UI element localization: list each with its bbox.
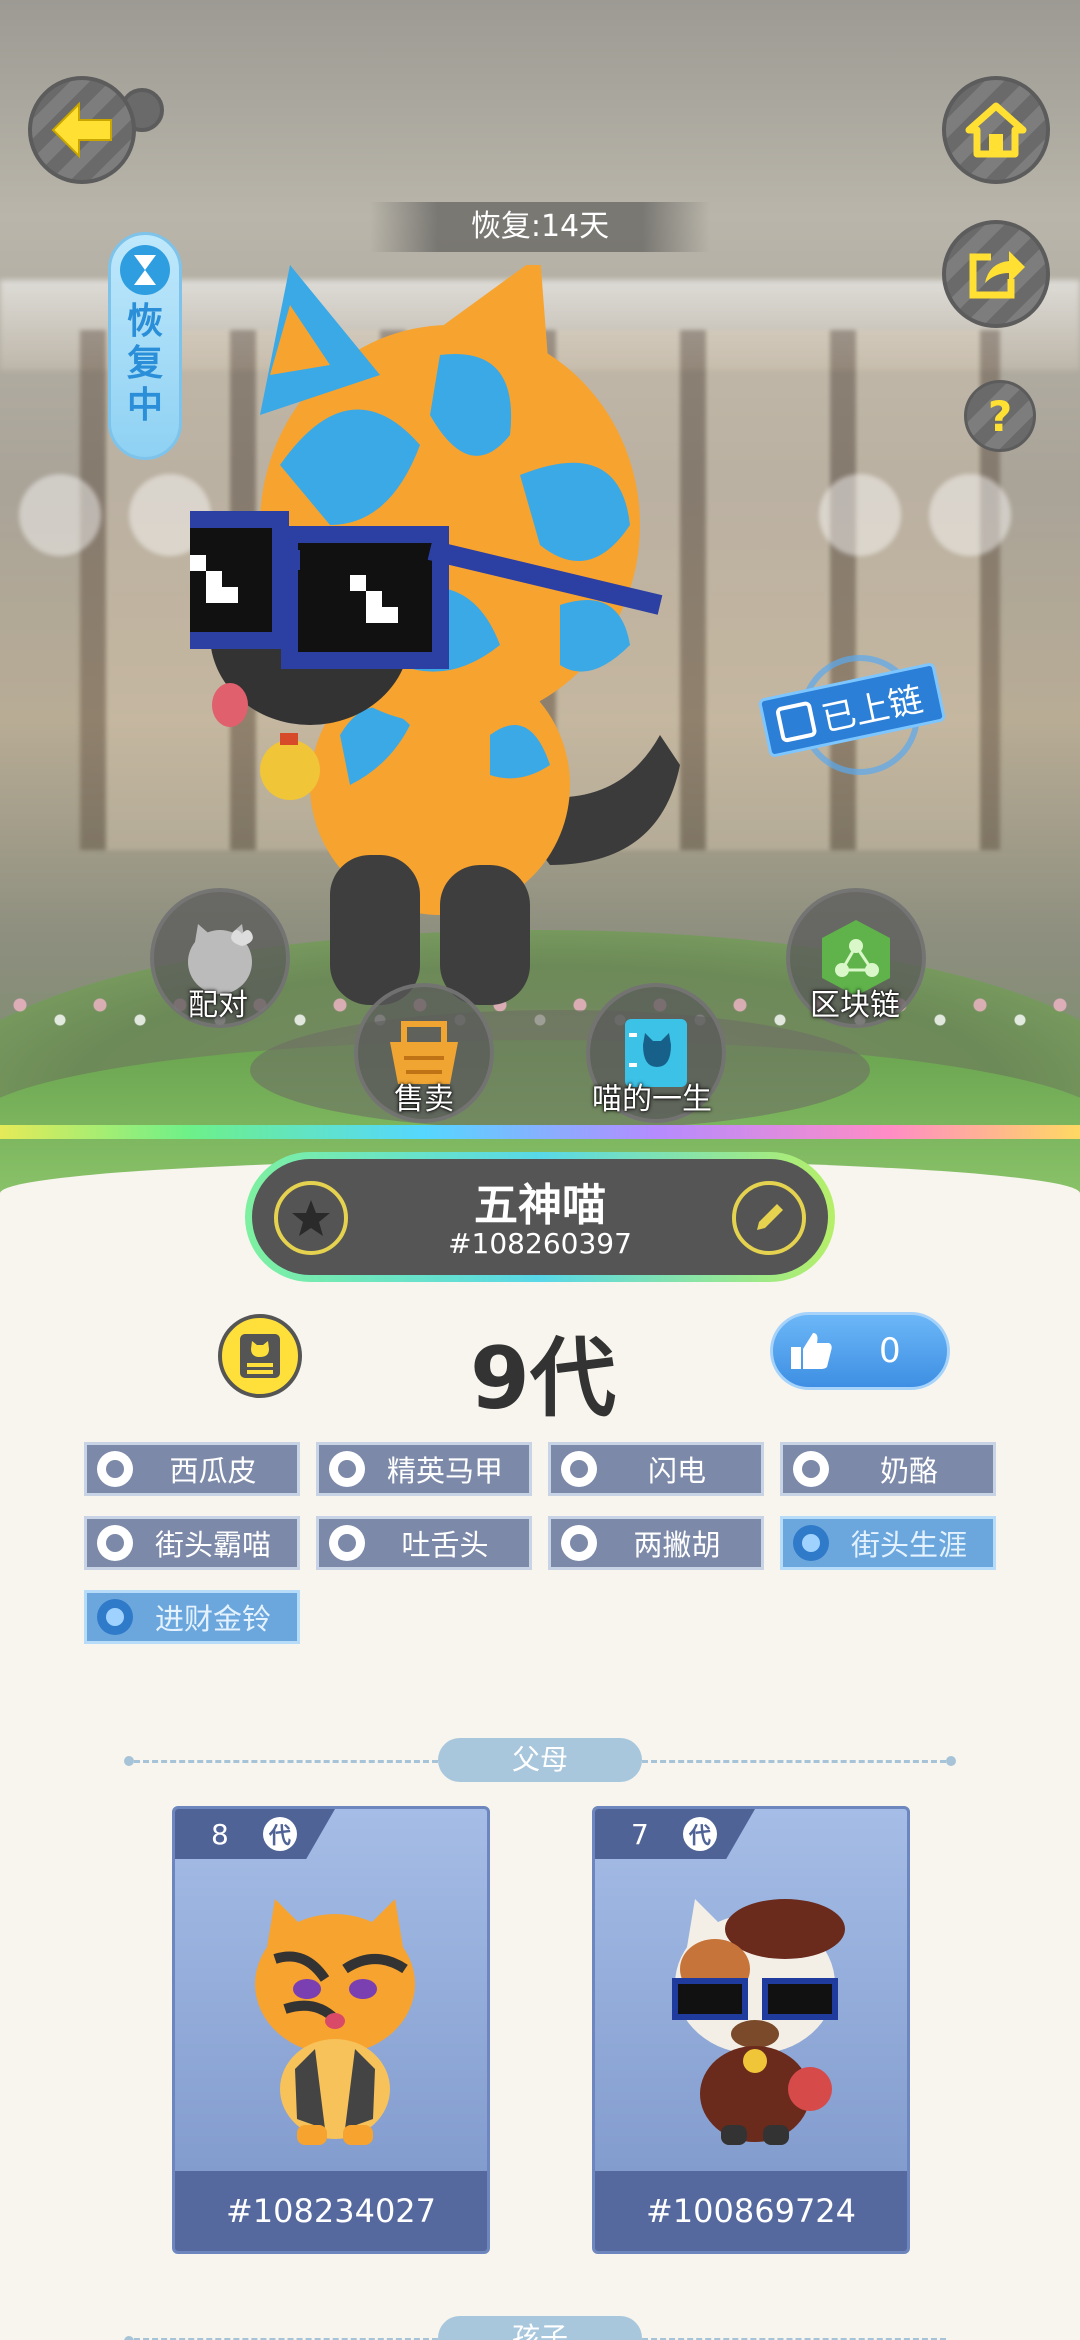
trait-icon: [97, 1525, 133, 1561]
children-section-title: 孩子: [438, 2316, 642, 2340]
parent-id: #108234027: [175, 2171, 487, 2251]
pair-label: 配对: [188, 988, 248, 1023]
like-count: 0: [879, 1331, 901, 1371]
status-char-1: 恢: [126, 301, 163, 342]
trait-tag-special[interactable]: 街头生涯: [780, 1516, 996, 1570]
status-char-2: 复: [126, 343, 163, 384]
recovering-status-pill[interactable]: 恢 复 中: [108, 232, 182, 460]
parent-cat-image: [672, 1899, 845, 2145]
generation-suffix: 代: [262, 1817, 297, 1851]
recovery-countdown: 恢复:14天: [370, 202, 710, 252]
question-icon: ?: [987, 391, 1013, 441]
parent-card-mother[interactable]: 7 代 #100869724: [592, 1806, 910, 2254]
hourglass-icon: [120, 245, 170, 295]
generation-suffix: 代: [682, 1817, 717, 1851]
trait-tag-special[interactable]: 进财金铃: [84, 1590, 300, 1644]
share-button[interactable]: [942, 220, 1050, 328]
section-divider: [642, 1760, 946, 1763]
divider-dot: [124, 2336, 134, 2340]
chain-icon: [774, 700, 818, 744]
trait-icon: [329, 1451, 365, 1487]
like-button[interactable]: 0: [770, 1312, 950, 1390]
help-button[interactable]: ?: [964, 380, 1036, 452]
home-icon: [965, 102, 1027, 158]
back-button[interactable]: [28, 76, 136, 184]
parent-generation: 7 代: [595, 1809, 755, 1859]
edit-name-button[interactable]: [732, 1181, 806, 1255]
trait-tag[interactable]: 吐舌头: [316, 1516, 532, 1570]
trait-icon: [561, 1451, 597, 1487]
generation-label: 9代: [470, 1329, 616, 1429]
trait-tag[interactable]: 闪电: [548, 1442, 764, 1496]
divider-dot: [124, 1756, 134, 1766]
parent-card-father[interactable]: 8 代 #108234027: [172, 1806, 490, 2254]
parents-section-title: 父母: [438, 1738, 642, 1782]
trait-icon: [97, 1599, 133, 1635]
parent-generation: 8 代: [175, 1809, 335, 1859]
share-icon: [969, 251, 1025, 299]
trait-icon: [793, 1525, 829, 1561]
cat-life-label: 喵的一生: [592, 1082, 712, 1117]
trait-icon: [329, 1525, 365, 1561]
cat-archive-button[interactable]: [218, 1314, 302, 1398]
trait-icon: [97, 1451, 133, 1487]
name-plate: 五神喵 #108260397: [245, 1152, 835, 1282]
cat-showcase-scene: 已上链 配对 售卖 喵的一生 区块链 ? 恢复:14天 恢 复 中: [0, 0, 1080, 1200]
trait-icon: [561, 1525, 597, 1561]
arrow-left-icon: [51, 101, 112, 159]
trait-tag[interactable]: 街头霸喵: [84, 1516, 300, 1570]
trait-tag[interactable]: 精英马甲: [316, 1442, 532, 1496]
parent-cat-image: [255, 1899, 415, 2145]
home-button[interactable]: [942, 76, 1050, 184]
trait-icon: [793, 1451, 829, 1487]
parent-id: #100869724: [595, 2171, 907, 2251]
thumbs-up-icon: [791, 1333, 832, 1369]
cat-document-icon: [240, 1334, 280, 1378]
trait-tags: 西瓜皮 精英马甲 闪电 奶酪 街头霸喵 吐舌头 两撇胡 街头生涯 进财金铃: [84, 1442, 996, 1644]
trait-tag[interactable]: 两撇胡: [548, 1516, 764, 1570]
blockchain-label: 区块链: [810, 988, 900, 1023]
trait-tag[interactable]: 西瓜皮: [84, 1442, 300, 1496]
sell-label: 售卖: [394, 1082, 454, 1117]
status-char-3: 中: [126, 385, 163, 426]
section-divider: [134, 1760, 438, 1763]
divider-dot: [946, 1756, 956, 1766]
trait-tag[interactable]: 奶酪: [780, 1442, 996, 1496]
pencil-icon: [757, 1204, 783, 1230]
